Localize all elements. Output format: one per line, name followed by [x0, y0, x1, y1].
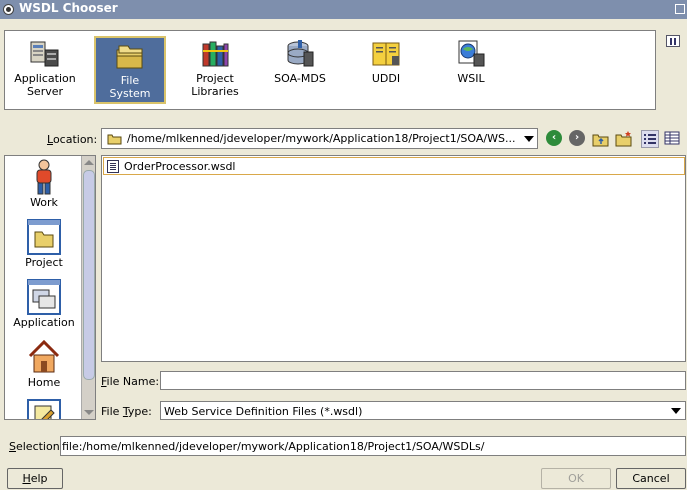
source-wsil[interactable]: WSIL [435, 36, 507, 104]
file-name-label: File Name: [101, 375, 160, 388]
forward-button[interactable]: › [569, 130, 587, 148]
location-label: Location: [47, 133, 98, 146]
source-label: Application [14, 72, 76, 85]
source-type-panel: Application Server File System Project L… [4, 30, 656, 110]
source-label: File [120, 74, 140, 87]
forward-arrow-icon: › [569, 130, 585, 146]
file-system-icon [114, 40, 146, 72]
source-label: UDDI [371, 72, 401, 85]
scroll-down-icon[interactable] [84, 410, 94, 415]
file-type-select[interactable]: Web Service Definition Files (*.wsdl) [160, 401, 686, 420]
location-combo[interactable]: /home/mlkenned/jdeveloper/mywork/Applica… [101, 128, 538, 149]
back-arrow-icon: ‹ [546, 130, 562, 146]
wsil-icon [455, 38, 487, 70]
chevron-down-icon[interactable] [671, 408, 681, 414]
new-folder-button[interactable] [615, 130, 633, 148]
details-view-icon [664, 131, 680, 145]
source-label: Server [26, 85, 64, 98]
file-list-item[interactable]: OrderProcessor.wsdl [103, 157, 685, 175]
list-view-button[interactable] [641, 130, 659, 148]
places-scrollbar[interactable] [81, 156, 95, 419]
place-label: Project [25, 256, 63, 269]
place-label: Home [27, 376, 61, 389]
file-type-label: File Type: [101, 405, 152, 418]
selection-value: file:/home/mlkenned/jdeveloper/mywork/Ap… [62, 440, 485, 453]
file-name: OrderProcessor.wsdl [124, 160, 236, 173]
window-menu-icon[interactable] [3, 4, 14, 15]
source-label: System [109, 87, 151, 100]
title-bar: WSDL Chooser [0, 0, 687, 19]
application-server-icon [29, 38, 61, 70]
back-button[interactable]: ‹ [546, 130, 564, 148]
scroll-up-icon[interactable] [84, 160, 94, 165]
up-folder-icon [592, 134, 609, 147]
details-view-button[interactable] [664, 130, 682, 148]
selection-label: Selection: [9, 440, 64, 453]
source-application-server[interactable]: Application Server [9, 36, 81, 104]
location-path: /home/mlkenned/jdeveloper/mywork/Applica… [127, 132, 516, 145]
chevron-down-icon[interactable] [524, 136, 534, 142]
window-control-icon[interactable] [675, 4, 685, 14]
soa-mds-icon [284, 38, 316, 70]
uddi-icon [370, 38, 402, 70]
work-person-icon [27, 158, 61, 196]
selection-field[interactable]: file:/home/mlkenned/jdeveloper/mywork/Ap… [60, 436, 686, 456]
place-home[interactable]: Home [5, 338, 83, 389]
project-folder-icon [27, 218, 61, 256]
place-application[interactable]: Application [5, 278, 83, 329]
place-more[interactable] [5, 398, 83, 419]
place-project[interactable]: Project [5, 218, 83, 269]
edit-document-icon [27, 398, 61, 419]
source-label: SOA-MDS [274, 72, 326, 85]
source-label: WSIL [457, 72, 485, 85]
home-icon [27, 338, 61, 376]
application-icon [27, 278, 61, 316]
file-list[interactable]: OrderProcessor.wsdl [101, 155, 686, 362]
places-sidebar: Work Project Application Home [4, 155, 96, 420]
source-uddi[interactable]: UDDI [350, 36, 422, 104]
new-folder-icon [615, 131, 632, 147]
place-work[interactable]: Work [5, 158, 83, 209]
up-folder-button[interactable] [592, 130, 610, 148]
source-file-system[interactable]: File System [94, 36, 166, 104]
file-name-input[interactable] [160, 371, 686, 390]
source-project-libraries[interactable]: Project Libraries [179, 36, 251, 104]
place-label: Application [13, 316, 75, 329]
view-toggle-icon[interactable] [666, 35, 680, 47]
source-soa-mds[interactable]: SOA-MDS [264, 36, 336, 104]
window-title: WSDL Chooser [19, 1, 118, 15]
scrollbar-thumb[interactable] [83, 170, 95, 380]
list-view-icon [644, 134, 656, 144]
source-label: Libraries [191, 85, 239, 98]
cancel-button[interactable]: Cancel [616, 468, 686, 489]
folder-icon [107, 134, 122, 145]
place-label: Work [30, 196, 58, 209]
file-type-value: Web Service Definition Files (*.wsdl) [164, 405, 363, 418]
source-label: Project [196, 72, 234, 85]
wsdl-file-icon [107, 160, 119, 173]
help-button[interactable]: Help [7, 468, 63, 489]
ok-button[interactable]: OK [541, 468, 611, 489]
project-libraries-icon [199, 38, 231, 70]
